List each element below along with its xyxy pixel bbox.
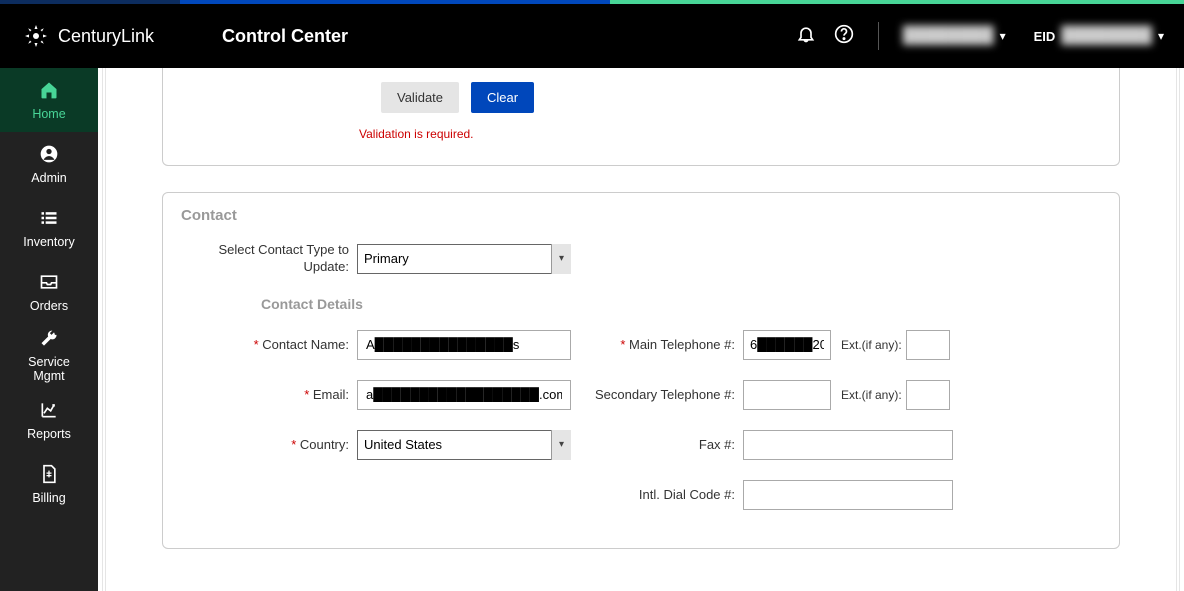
ext1-label: Ext.(if any): [841,338,902,352]
wrench-icon [39,329,59,352]
intl-label: Intl. Dial Code #: [575,487,743,502]
logo-area[interactable]: CenturyLink [0,24,200,48]
eid-label: EID [1034,29,1056,44]
centurylink-logo-icon [24,24,48,48]
brand-name: CenturyLink [58,26,154,47]
notifications-icon[interactable] [796,24,816,49]
chevron-down-icon: ▾ [1000,29,1006,43]
contact-details-title: Contact Details [261,296,1101,312]
help-icon[interactable] [834,24,854,49]
app-title: Control Center [222,26,348,47]
home-icon [39,80,59,103]
sidebar-item-inventory[interactable]: Inventory [0,196,98,260]
chevron-down-icon: ▾ [1158,29,1164,43]
contact-panel: Contact Select Contact Type to Update: P… [162,192,1120,549]
main-tel-input[interactable] [743,330,831,360]
top-bar: CenturyLink Control Center ████████ ▾ EI… [0,4,1184,68]
sidebar-item-reports[interactable]: Reports [0,388,98,452]
content-area: Validate Clear Validation is required. C… [98,68,1184,591]
sidebar: Home Admin Inventory Orders ServiceMgmt … [0,68,98,591]
divider [878,22,879,50]
select-contact-type-label: Select Contact Type to Update: [181,242,357,276]
validation-message: Validation is required. [359,127,1101,141]
email-input[interactable] [357,380,571,410]
fax-label: Fax #: [575,437,743,452]
sidebar-item-service-mgmt[interactable]: ServiceMgmt [0,324,98,388]
sidebar-item-home[interactable]: Home [0,68,98,132]
sec-tel-input[interactable] [743,380,831,410]
ext2-input[interactable] [906,380,950,410]
sec-tel-label: Secondary Telephone #: [575,387,743,402]
contact-type-select[interactable]: Primary [357,244,571,274]
user-menu[interactable]: ████████ ▾ [903,27,1006,45]
country-select[interactable]: United States [357,430,571,460]
eid-menu[interactable]: EID ████████ ▾ [1024,27,1164,45]
chart-icon [39,400,59,423]
ext1-input[interactable] [906,330,950,360]
fax-input[interactable] [743,430,953,460]
user-icon [39,144,59,167]
sidebar-item-admin[interactable]: Admin [0,132,98,196]
contact-title: Contact [181,207,1101,224]
main-tel-label: * Main Telephone #: [575,337,743,352]
sidebar-item-orders[interactable]: Orders [0,260,98,324]
validate-panel: Validate Clear Validation is required. [162,68,1120,166]
eid-value: ████████ [1061,27,1152,45]
contact-name-label: * Contact Name: [181,337,357,352]
intl-input[interactable] [743,480,953,510]
top-accent-bar [0,0,1184,4]
contact-name-input[interactable] [357,330,571,360]
country-label: * Country: [181,437,357,452]
tray-icon [39,272,59,295]
list-icon [39,208,59,231]
validate-button[interactable]: Validate [381,82,459,113]
doc-icon [39,464,59,487]
ext2-label: Ext.(if any): [841,388,902,402]
user-name: ████████ [903,27,994,45]
email-label: * Email: [181,387,357,402]
sidebar-item-billing[interactable]: Billing [0,452,98,516]
clear-button[interactable]: Clear [471,82,534,113]
